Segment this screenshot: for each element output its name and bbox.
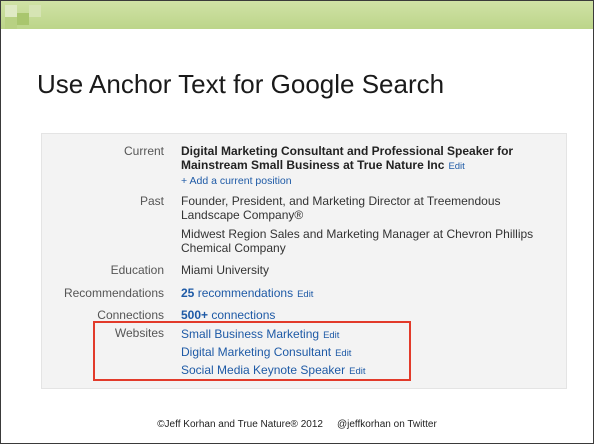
recommendations-edit-link[interactable]: Edit	[297, 289, 313, 300]
current-label: Current	[123, 144, 164, 158]
past-item-2-line2: Chemical Company	[181, 241, 286, 255]
slide-footer: ©Jeff Korhan and True Nature® 2012 @jeffk…	[1, 419, 593, 430]
current-title-line2-text: Mainstream Small Business	[181, 158, 340, 172]
current-company: True Nature Inc	[357, 158, 445, 172]
websites-highlight-box	[93, 321, 411, 381]
education-value: Miami University	[181, 263, 270, 277]
title-accent-bar	[1, 1, 593, 29]
current-content: Digital Marketing Consultant and Profess…	[181, 144, 559, 188]
current-at: at	[339, 158, 358, 172]
recommendations-line: 25 recommendations Edit	[181, 286, 559, 302]
recommendations-link[interactable]: recommendations	[194, 286, 293, 300]
connections-content: 500+ connections	[181, 308, 559, 322]
accent-square	[29, 5, 41, 17]
past-content: Founder, President, and Marketing Direct…	[181, 194, 559, 255]
education-content: Miami University	[181, 263, 559, 277]
add-current-position-link[interactable]: + Add a current position	[181, 175, 559, 188]
accent-square	[5, 5, 17, 17]
recommendations-label: Recommendations	[63, 286, 164, 300]
current-edit-link[interactable]: Edit	[448, 161, 464, 172]
current-title-line2: Mainstream Small Business at True Nature…	[181, 158, 559, 174]
connections-link[interactable]: connections	[208, 308, 275, 322]
current-title-line1: Digital Marketing Consultant and Profess…	[181, 144, 514, 158]
footer-copyright: ©Jeff Korhan and True Nature® 2012	[157, 419, 323, 430]
past-item-1-line1: Founder, President, and Marketing Direct…	[181, 194, 501, 208]
connections-line: 500+ connections	[181, 308, 559, 322]
education-label: Education	[110, 263, 164, 277]
recommendations-count-link[interactable]: 25	[181, 286, 194, 300]
connections-count-link[interactable]: 500+	[181, 308, 208, 322]
slide: Use Anchor Text for Google Search Curren…	[0, 0, 594, 444]
accent-square	[5, 17, 17, 29]
past-label: Past	[139, 194, 164, 208]
slide-title: Use Anchor Text for Google Search	[37, 69, 445, 99]
accent-square	[17, 13, 29, 25]
recommendations-content: 25 recommendations Edit	[181, 286, 559, 302]
footer-twitter: @jeffkorhan on Twitter	[336, 419, 437, 430]
past-item-2-line1: Midwest Region Sales and Marketing Manag…	[181, 227, 534, 241]
past-item-1-line2: Landscape Company®	[181, 208, 304, 222]
connections-label: Connections	[97, 308, 164, 322]
